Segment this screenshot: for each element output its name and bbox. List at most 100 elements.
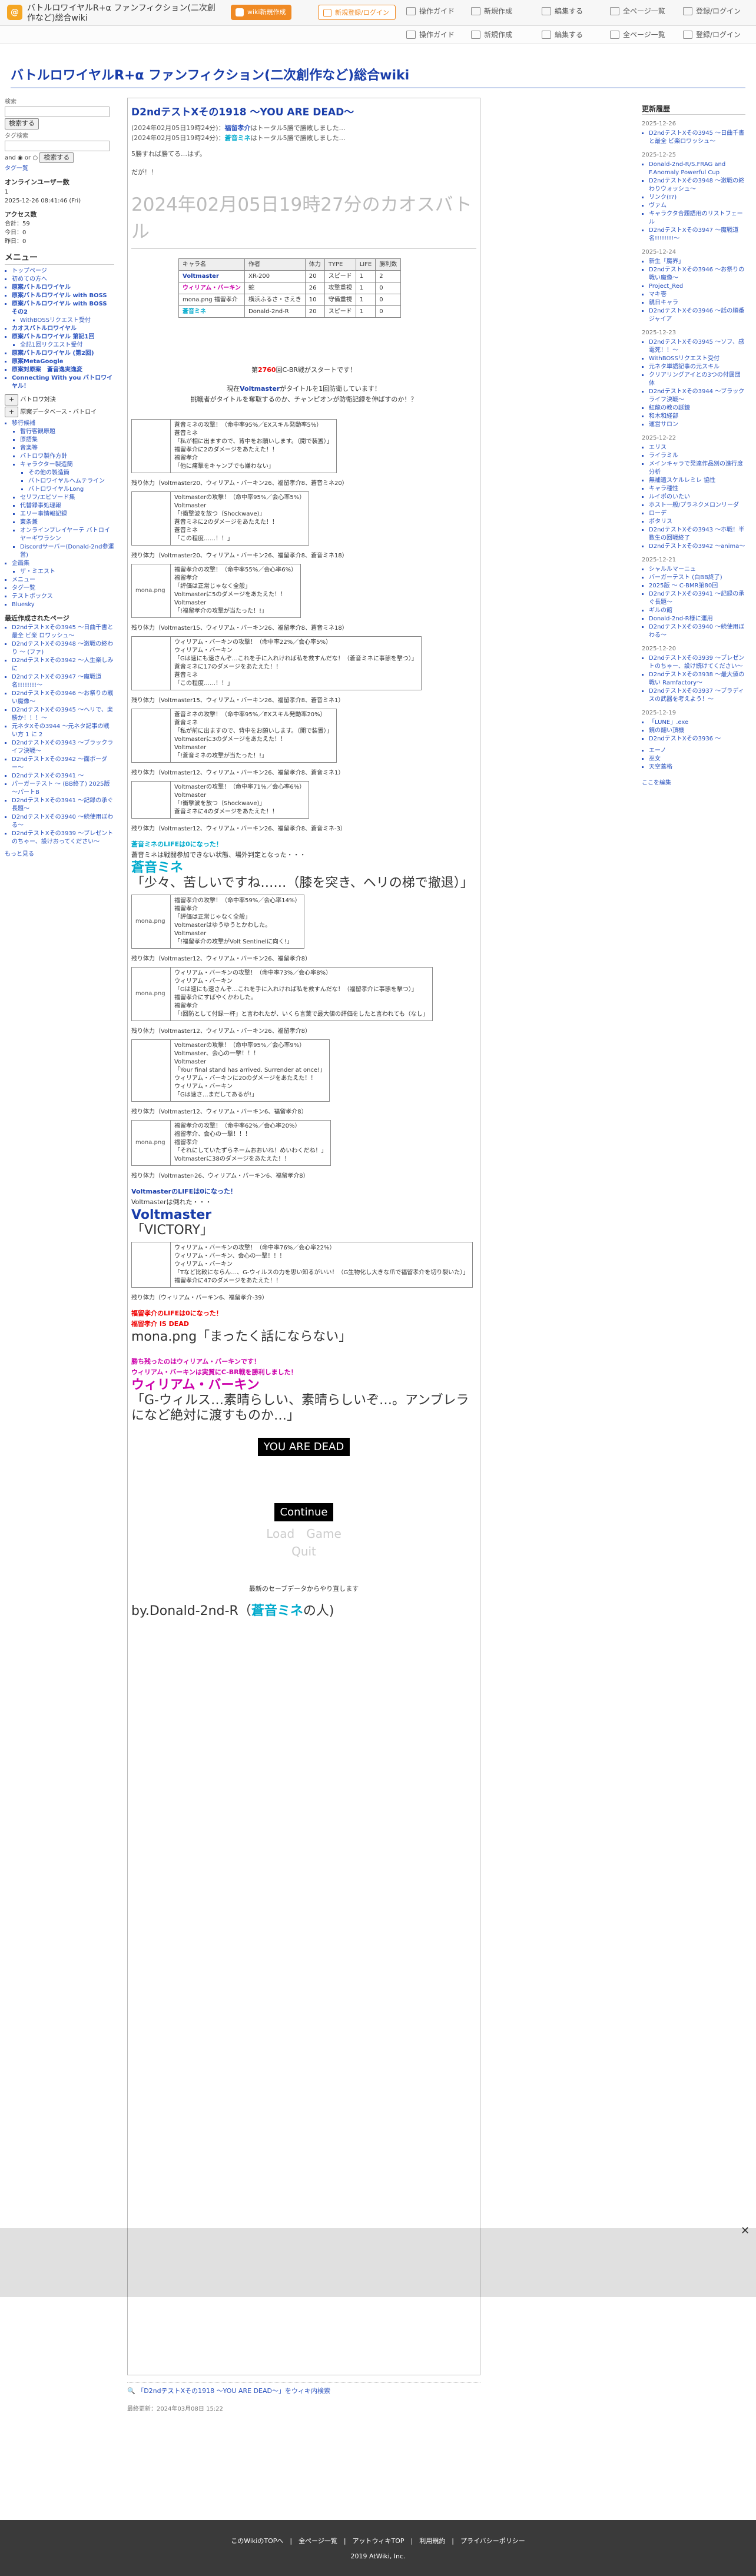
history-item[interactable]: 和木和経部 xyxy=(649,413,745,421)
guide-link-2[interactable]: 操作ガイド xyxy=(406,29,455,40)
history-item[interactable]: 紅龍の教の誕鏡 xyxy=(649,404,745,413)
recent-item[interactable]: D2ndテストXその3939 〜ブレゼントのちゃー、設けおってください〜 xyxy=(12,830,114,846)
history-item[interactable]: 親日キャラ xyxy=(649,299,745,307)
continue-button[interactable]: Continue xyxy=(274,1503,334,1521)
history-item[interactable]: ライラミル xyxy=(649,452,745,460)
sub-item[interactable]: 移行候補 xyxy=(12,420,114,428)
menu-item[interactable]: 原案バトルロワイヤル (第2回) xyxy=(12,350,114,358)
site-logo[interactable]: @ xyxy=(7,5,22,20)
quit-button[interactable]: Quit xyxy=(291,1544,316,1558)
history-item[interactable]: 元ネタ単語記事の元スキル xyxy=(649,363,745,371)
history-item[interactable]: D2ndテストXその3945 〜ソフ、感電死！！〜 xyxy=(649,338,745,355)
wiki-search-link[interactable]: 「D2ndテストXその1918 〜YOU ARE DEAD〜」をウィキ内検索 xyxy=(137,2387,330,2395)
battle-toggle-button[interactable]: + xyxy=(5,394,19,405)
all-pages-link[interactable]: 全ページ一覧 xyxy=(610,6,665,16)
recent-item[interactable]: D2ndテストXその3945 〜日曲千書と最全 ビ楽 ロワッシュ〜 xyxy=(12,624,114,640)
history-item[interactable]: D2ndテストXその3936 〜 xyxy=(649,735,745,743)
recent-item[interactable]: D2ndテストXその3942 〜面ポーダー〜 xyxy=(12,756,114,772)
more-link[interactable]: もっと見る xyxy=(5,851,34,857)
sub-item[interactable]: 暫行客観原題 xyxy=(20,428,114,436)
char-name-cell[interactable]: ウィリアム・バーキン xyxy=(178,281,245,294)
history-item[interactable]: D2ndテストXその3948 〜激戦の終わりウォッシュ〜 xyxy=(649,177,745,194)
history-item[interactable]: D2ndテストXその3937 〜ブラディスの武器を考えよう！〜 xyxy=(649,687,745,704)
recent-item[interactable]: 元ネタXその3944 〜元ネタ記事の戦い方 1 に 2 xyxy=(12,723,114,739)
menu-item[interactable]: 原案対原案 蒼音逸実逸変 xyxy=(12,366,114,374)
footer-links[interactable]: このWikiのTOPへ | 全ページ一覧 | アットウィキTOP | 利用規約 … xyxy=(212,2537,544,2547)
recent-item[interactable]: D2ndテストXその3947 〜魔戦道名!!!!!!!!〜 xyxy=(12,673,114,690)
history-item[interactable]: 新生「魔界」 xyxy=(649,258,745,266)
history-item[interactable]: D2ndテストXその3941 〜記録の承ぐ長題〜 xyxy=(649,590,745,607)
site-title[interactable]: バトルロワイヤルR+α ファンフィクション(二次創作など)総合wiki xyxy=(11,66,409,85)
recent-item[interactable]: D2ndテストXその3942 〜人生楽しみに xyxy=(12,657,114,673)
sub-item[interactable]: タグ一覧 xyxy=(12,584,114,593)
history-item[interactable]: D2ndテストXその3944 〜ブラックライフ決戦〜 xyxy=(649,388,745,404)
sub-item[interactable]: オンラインプレイヤーテ バトロイヤーギワラシン xyxy=(20,527,114,543)
history-item[interactable]: クリアリングアイとの3つの付属団体 xyxy=(649,371,745,388)
menu-item[interactable]: Connecting With you バトロワイヤル！ xyxy=(12,374,114,391)
history-item[interactable]: D2ndテストXその3938 〜最大値の戦い Ramfactory〜 xyxy=(649,671,745,687)
edit-link-2[interactable]: 編集する xyxy=(542,29,583,40)
menu-item[interactable]: WithBOSSリクエスト受付 xyxy=(20,317,114,325)
load-button[interactable]: Load xyxy=(266,1527,294,1541)
menu-item[interactable]: トップページ xyxy=(12,267,114,275)
history-item[interactable]: ヴァム xyxy=(649,202,745,210)
close-icon[interactable]: ✕ xyxy=(741,2223,750,2239)
history-item[interactable]: シャルルマーニュ xyxy=(649,566,745,574)
sub-item[interactable]: その他の製造簡 xyxy=(28,469,114,477)
new-page-link[interactable]: 新規作成 xyxy=(471,6,512,16)
new-wiki-button[interactable]: wiki新規作成 xyxy=(231,5,292,20)
history-item[interactable]: 「LUNE」.exe xyxy=(649,719,745,727)
menu-item[interactable]: 原案バトルロワイヤル 第記1回 xyxy=(12,333,114,341)
search-input[interactable] xyxy=(5,107,110,117)
recent-item[interactable]: D2ndテストXその3943 〜ブラックライフ決戦〜 xyxy=(12,739,114,756)
history-item[interactable]: Project_Red xyxy=(649,282,745,291)
recent-item[interactable]: D2ndテストXその3941 〜記録の承ぐ長題〜 xyxy=(12,797,114,813)
recent-item[interactable]: D2ndテストXその3946 〜お祭りの戦い魔像〜 xyxy=(12,690,114,706)
char-link[interactable]: 蒼音ミネ xyxy=(225,134,251,142)
history-item[interactable]: メインキャラで発達作品別の進行度分析 xyxy=(649,460,745,477)
recent-item[interactable]: D2ndテストXその3941 〜 xyxy=(12,772,114,780)
login-link[interactable]: 登録/ログイン xyxy=(683,6,741,16)
new-page-link-2[interactable]: 新規作成 xyxy=(471,29,512,40)
sub-item[interactable]: Discordサーバー(Donald-2nd参運営) xyxy=(20,543,114,560)
register-login-button[interactable]: 新規登録/ログイン xyxy=(318,5,396,20)
guide-link[interactable]: 操作ガイド xyxy=(406,6,455,16)
history-item[interactable]: D2ndテストXその3946 〜お祭りの戦い魔像〜 xyxy=(649,266,745,282)
sub-item[interactable]: キャラクター製造簡 xyxy=(20,461,114,469)
history-item[interactable]: マキ壱 xyxy=(649,291,745,299)
and-radio[interactable]: and xyxy=(5,155,16,161)
recent-item[interactable]: D2ndテストXその3945 〜ヘリで、楽勝か！！！〜 xyxy=(12,706,114,723)
sub-item[interactable]: メニュー xyxy=(12,576,114,584)
history-item[interactable]: エリス xyxy=(649,444,745,452)
history-item[interactable]: D2ndテストXその3942 〜anima〜 xyxy=(649,543,745,551)
sub-item[interactable]: ザ・ミエスト xyxy=(20,568,114,576)
sub-item[interactable]: バトロワイヤルLong xyxy=(28,486,114,494)
history-item[interactable]: D2ndテストXその3945 〜日曲千書と最全 ビ楽ロワッシュ〜 xyxy=(649,129,745,146)
sub-item[interactable]: Bluesky xyxy=(12,601,114,609)
site-name[interactable]: バトルロワイヤルR+α ファンフィクション(二次創作など)総合wiki xyxy=(27,4,221,24)
history-item[interactable]: 巫女 xyxy=(649,755,745,763)
all-pages-link-2[interactable]: 全ページ一覧 xyxy=(610,29,665,40)
history-item[interactable]: バーガーテスト (白BB終了) xyxy=(649,574,745,582)
login-link-2[interactable]: 登録/ログイン xyxy=(683,29,741,40)
sub-item[interactable]: エリー事情報記録 xyxy=(20,510,114,518)
tag-list-link[interactable]: タグ一覧 xyxy=(5,165,28,172)
history-item[interactable]: Donald-2nd-R様に運用 xyxy=(649,615,745,623)
or-radio[interactable]: or xyxy=(25,155,31,161)
menu-item[interactable]: 原案バトルロワイヤル xyxy=(12,284,114,292)
menu-item[interactable]: 原案バトルロワイヤル with BOSS xyxy=(12,292,114,300)
history-item[interactable]: 2025版 〜 C-BMR第80回 xyxy=(649,582,745,590)
history-item[interactable]: ポタリス xyxy=(649,518,745,526)
history-item[interactable]: D2ndテストXその3946 〜話の順番 ジャイア xyxy=(649,307,745,324)
recent-item[interactable]: パーガーテスト 〜 (BB終了) 2025版 〜パートB xyxy=(12,780,114,797)
history-item[interactable]: エーノ xyxy=(649,747,745,755)
search-button[interactable]: 検索する xyxy=(5,118,39,129)
char-name-cell[interactable]: Voltmaster xyxy=(178,270,245,282)
history-item[interactable]: WithBOSSリクエスト受付 xyxy=(649,355,745,363)
history-item[interactable]: ルイポのいたい xyxy=(649,493,745,501)
sub-item[interactable]: バトロワ製作方針 xyxy=(20,453,114,461)
menu-item[interactable]: 初めての方へ xyxy=(12,275,114,284)
history-item[interactable]: リンク(!?) xyxy=(649,194,745,202)
char-link[interactable]: 福留孝介 xyxy=(225,124,251,132)
recent-item[interactable]: D2ndテストXその3948 〜激戦の終わり 〜 (ファ) xyxy=(12,640,114,657)
